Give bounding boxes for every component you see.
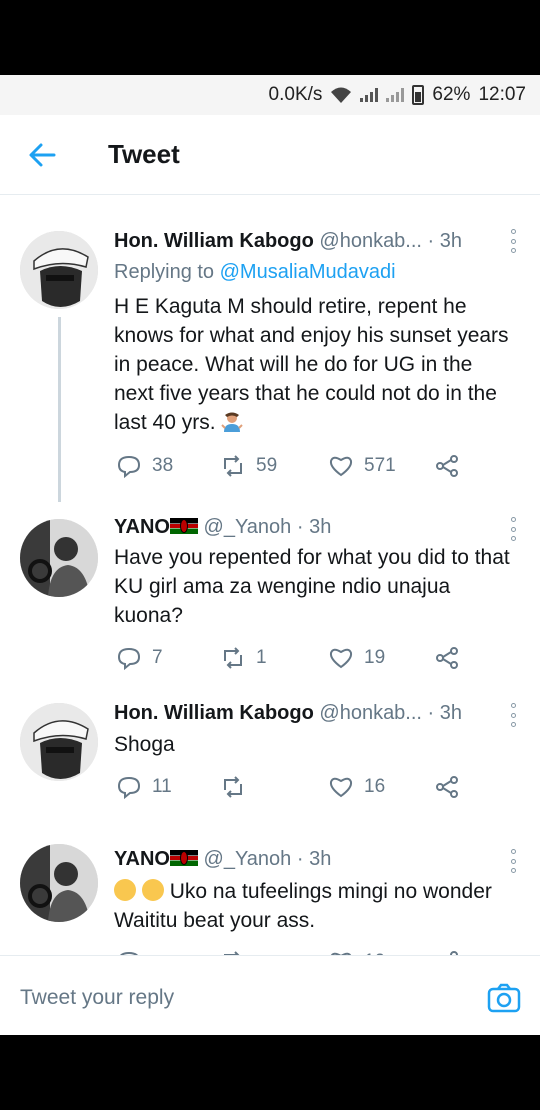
tweet-time: · 3h bbox=[427, 230, 463, 252]
retweet-count: 1 bbox=[256, 647, 267, 668]
clock: 12:07 bbox=[478, 84, 526, 105]
reply-button[interactable]: 7 bbox=[116, 644, 163, 672]
like-button[interactable]: 19 bbox=[328, 644, 385, 672]
tweet-meta: Hon. William Kabogo @honkab... · 3h bbox=[114, 702, 500, 725]
avatar[interactable] bbox=[20, 231, 98, 309]
like-button[interactable]: 571 bbox=[328, 452, 396, 480]
avatar[interactable] bbox=[20, 703, 98, 781]
tweet-2[interactable]: YANO @_Yanoh · 3h Have you repented for … bbox=[0, 490, 540, 700]
status-bar: 0.0K/s 62% 12:07 bbox=[0, 75, 540, 115]
heart-icon bbox=[329, 777, 353, 798]
like-button[interactable]: 16 bbox=[328, 773, 385, 801]
tweet-text-content: Uko na tufeelings mingi no wonder Waitit… bbox=[114, 880, 492, 932]
tweet-text: H E Kaguta M should retire, repent he kn… bbox=[114, 292, 516, 437]
share-button[interactable] bbox=[434, 644, 460, 672]
kenya-flag-icon bbox=[169, 518, 198, 534]
retweet-icon bbox=[224, 647, 242, 669]
reply-button[interactable]: 11 bbox=[116, 773, 172, 801]
app-header: Tweet bbox=[0, 115, 540, 195]
share-icon bbox=[436, 776, 458, 798]
avatar[interactable] bbox=[20, 844, 98, 922]
author-handle[interactable]: @_Yanoh bbox=[204, 848, 292, 870]
bottom-bezel bbox=[0, 1035, 540, 1110]
more-options-icon[interactable] bbox=[508, 517, 518, 541]
battery-level: 62% bbox=[432, 84, 471, 105]
retweet-button[interactable] bbox=[220, 773, 256, 801]
reply-icon bbox=[117, 776, 141, 800]
retweet-icon bbox=[224, 455, 242, 477]
retweet-button[interactable]: 59 bbox=[220, 452, 277, 480]
wifi-icon bbox=[331, 87, 352, 103]
tweet-actions: 38 59 571 bbox=[116, 452, 476, 480]
avatar[interactable] bbox=[20, 519, 98, 597]
reply-count: 38 bbox=[152, 455, 174, 476]
author-handle[interactable]: @honkab... bbox=[319, 230, 422, 252]
tweet-text: Uko na tufeelings mingi no wonder Waitit… bbox=[114, 877, 516, 935]
reply-icon bbox=[117, 455, 141, 479]
top-bezel bbox=[0, 0, 540, 75]
replying-label: Replying to bbox=[114, 261, 215, 283]
tweet-4[interactable]: YANO @_Yanoh · 3h Uko na tufeelings ming… bbox=[0, 830, 540, 975]
tweet-time: · 3h bbox=[296, 848, 332, 870]
tweet-meta: Hon. William Kabogo @honkab... · 3h bbox=[114, 230, 500, 253]
share-icon bbox=[436, 455, 458, 477]
share-icon bbox=[436, 647, 458, 669]
tweet-1[interactable]: Hon. William Kabogo @honkab... · 3h Repl… bbox=[0, 195, 540, 502]
retweet-button[interactable]: 1 bbox=[220, 644, 267, 672]
kenya-flag-icon bbox=[169, 850, 198, 866]
camera-icon[interactable] bbox=[486, 980, 522, 1016]
signal-icon-2 bbox=[386, 88, 405, 102]
share-button[interactable] bbox=[434, 773, 460, 801]
author-name[interactable]: YANO bbox=[114, 516, 170, 538]
tweet-actions: 11 16 bbox=[116, 773, 476, 801]
replying-to: Replying to @MusaliaMudavadi bbox=[114, 261, 396, 284]
reply-button[interactable]: 38 bbox=[116, 452, 173, 480]
tears-of-joy-emoji-icon bbox=[141, 879, 164, 901]
like-count: 19 bbox=[364, 647, 386, 668]
net-speed: 0.0K/s bbox=[268, 84, 323, 105]
reply-count: 11 bbox=[152, 776, 172, 797]
tweet-text-content: H E Kaguta M should retire, repent he kn… bbox=[114, 295, 509, 434]
tweet-time: · 3h bbox=[296, 516, 332, 538]
retweet-icon bbox=[224, 776, 242, 798]
shrug-emoji-icon bbox=[221, 411, 244, 433]
tweet-text: Have you repented for what you did to th… bbox=[114, 546, 510, 627]
thread-line bbox=[58, 317, 61, 502]
like-count: 571 bbox=[364, 455, 396, 476]
heart-icon bbox=[329, 648, 353, 669]
tears-of-joy-emoji-icon bbox=[114, 879, 136, 901]
share-button[interactable] bbox=[434, 452, 460, 480]
battery-icon bbox=[412, 85, 425, 105]
page-title: Tweet bbox=[108, 139, 180, 169]
tweet-time: · 3h bbox=[427, 702, 463, 724]
author-handle[interactable]: @honkab... bbox=[319, 702, 422, 724]
author-name[interactable]: YANO bbox=[114, 848, 170, 870]
reply-compose-bar[interactable]: Tweet your reply bbox=[0, 955, 540, 1035]
like-count: 16 bbox=[364, 776, 386, 797]
reply-input[interactable]: Tweet your reply bbox=[20, 986, 174, 1010]
reply-count: 7 bbox=[152, 647, 163, 668]
more-options-icon[interactable] bbox=[508, 703, 518, 727]
tweet-meta: YANO @_Yanoh · 3h bbox=[114, 516, 500, 539]
more-options-icon[interactable] bbox=[508, 849, 518, 873]
tweet-screen: Tweet Hon. William Kabogo @honkab... · 3… bbox=[0, 115, 540, 1035]
tweet-text: Shoga bbox=[114, 733, 175, 756]
author-name[interactable]: Hon. William Kabogo bbox=[114, 230, 314, 252]
tweet-3[interactable]: Hon. William Kabogo @honkab... · 3h Shog… bbox=[0, 700, 540, 830]
tweet-meta: YANO @_Yanoh · 3h bbox=[114, 848, 500, 871]
tweet-actions: 7 1 19 bbox=[116, 644, 476, 672]
author-name[interactable]: Hon. William Kabogo bbox=[114, 702, 314, 724]
reply-icon bbox=[117, 647, 141, 671]
signal-icon bbox=[360, 88, 379, 102]
replying-handle[interactable]: @MusaliaMudavadi bbox=[220, 261, 396, 283]
retweet-count: 59 bbox=[256, 455, 278, 476]
back-arrow-icon[interactable] bbox=[24, 137, 60, 173]
heart-icon bbox=[329, 456, 353, 477]
more-options-icon[interactable] bbox=[508, 229, 518, 253]
author-handle[interactable]: @_Yanoh bbox=[204, 516, 292, 538]
